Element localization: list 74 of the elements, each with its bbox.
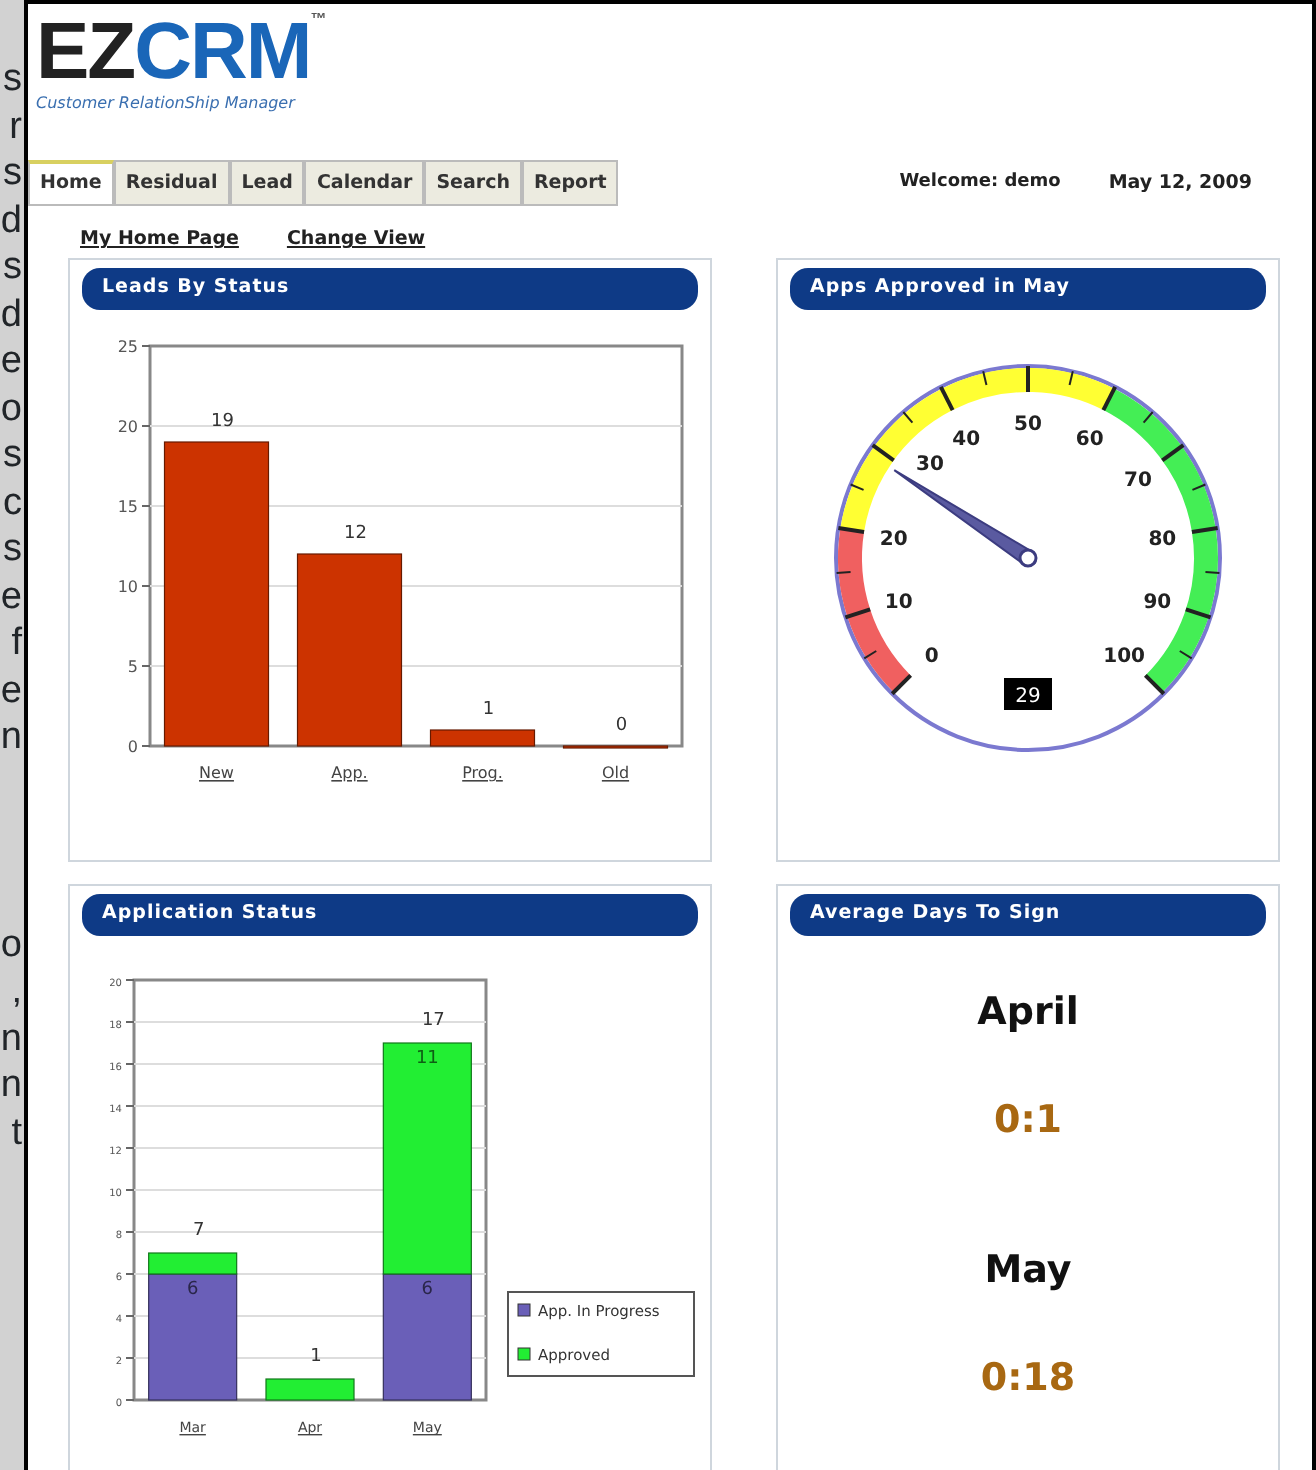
data-label: 11 [415,1048,439,1068]
margin-text-fragment: n [0,714,22,761]
margin-text-fragment: o [0,385,22,432]
bar [265,1377,355,1400]
margin-text-fragment: e [0,667,22,714]
margin-text-fragment: e [0,338,22,385]
nav-tab[interactable]: Report [521,160,619,205]
scale-label: 100 [1103,645,1146,668]
margin-text-fragment: t [9,1109,22,1156]
margin-text-fragment: s [1,526,22,573]
data-label: 1 [482,699,495,719]
margin-text-fragment: s [1,56,22,103]
nav-tab[interactable]: Lead [229,160,305,205]
margin-text-fragment: e [0,573,22,620]
margin-text-fragment: c [1,479,22,526]
category-label: App. [331,763,368,781]
margin-text-fragment: r [7,103,22,150]
margin-text-fragment: d [0,197,22,244]
scale-label: 0 [924,645,939,668]
scale-label: 70 [1124,469,1152,492]
axis-tick-label: 20 [117,417,138,435]
tagline: Customer RelationShip Manager [36,92,298,116]
category-label: Old [601,763,630,781]
date-text: May 12, 2009 [1108,170,1252,198]
scale-label: 60 [1075,427,1104,450]
gauge-reading: 29 [1004,677,1052,709]
margin-text-fragment: o [0,921,22,968]
panel-header: Apps Approved in May [790,268,1266,309]
data-label: 19 [211,411,234,431]
axis-tick-label: 25 [117,337,138,355]
margin-text-fragment: n [0,1015,22,1062]
bar [429,728,536,746]
nav-tab[interactable]: Search [424,160,522,205]
data-label: 0 [615,715,628,735]
month-label: May [984,1245,1072,1295]
data-label: 1 [310,1346,322,1366]
average-days-value: 0:18 [980,1354,1076,1404]
scale-label: 40 [952,427,981,450]
scale-label: 50 [1014,413,1042,435]
nav-tab[interactable]: Calendar [304,160,425,205]
panel-header: Application Status [82,894,698,935]
welcome-text: Welcome: demo [899,170,1061,196]
axis-tick-label: 10 [117,577,138,595]
axis-tick-label: 15 [117,497,138,515]
category-label: New [199,763,234,781]
average-days-value: 0:1 [993,1096,1063,1146]
scale-label: 90 [1143,591,1172,614]
scale-label: 80 [1148,527,1177,550]
data-label: 6 [421,1279,434,1299]
axis-tick-label: 5 [127,657,138,675]
data-label: 17 [421,1010,445,1030]
scale-label: 10 [884,591,913,614]
margin-text-fragment: s [1,244,22,291]
panel-header: Average Days To Sign [790,894,1266,935]
margin-text-fragment: , [9,968,22,1015]
margin-text-fragment: f [9,620,22,667]
scale-label: 30 [916,453,944,476]
month-label: April [977,987,1079,1037]
nav-link[interactable]: Change View [286,226,426,259]
nav-tab[interactable]: Home [28,160,114,205]
margin-text-fragment: d [0,291,22,338]
data-label: 7 [192,1220,205,1240]
margin-text-fragment: n [0,1062,22,1109]
category-label: Prog. [462,763,503,781]
panel-header: Leads By Status [82,268,698,309]
logo-text: EZCRM™ [36,8,325,96]
data-label: 6 [186,1279,199,1299]
margin-text-fragment: s [1,150,22,197]
data-label: 12 [344,523,367,543]
nav-tab[interactable]: Residual [113,160,230,205]
nav-link[interactable]: My Home Page [80,226,239,259]
scale-label: 20 [879,527,908,550]
margin-text-fragment: s [1,432,22,479]
axis-tick-label: 0 [127,737,138,755]
